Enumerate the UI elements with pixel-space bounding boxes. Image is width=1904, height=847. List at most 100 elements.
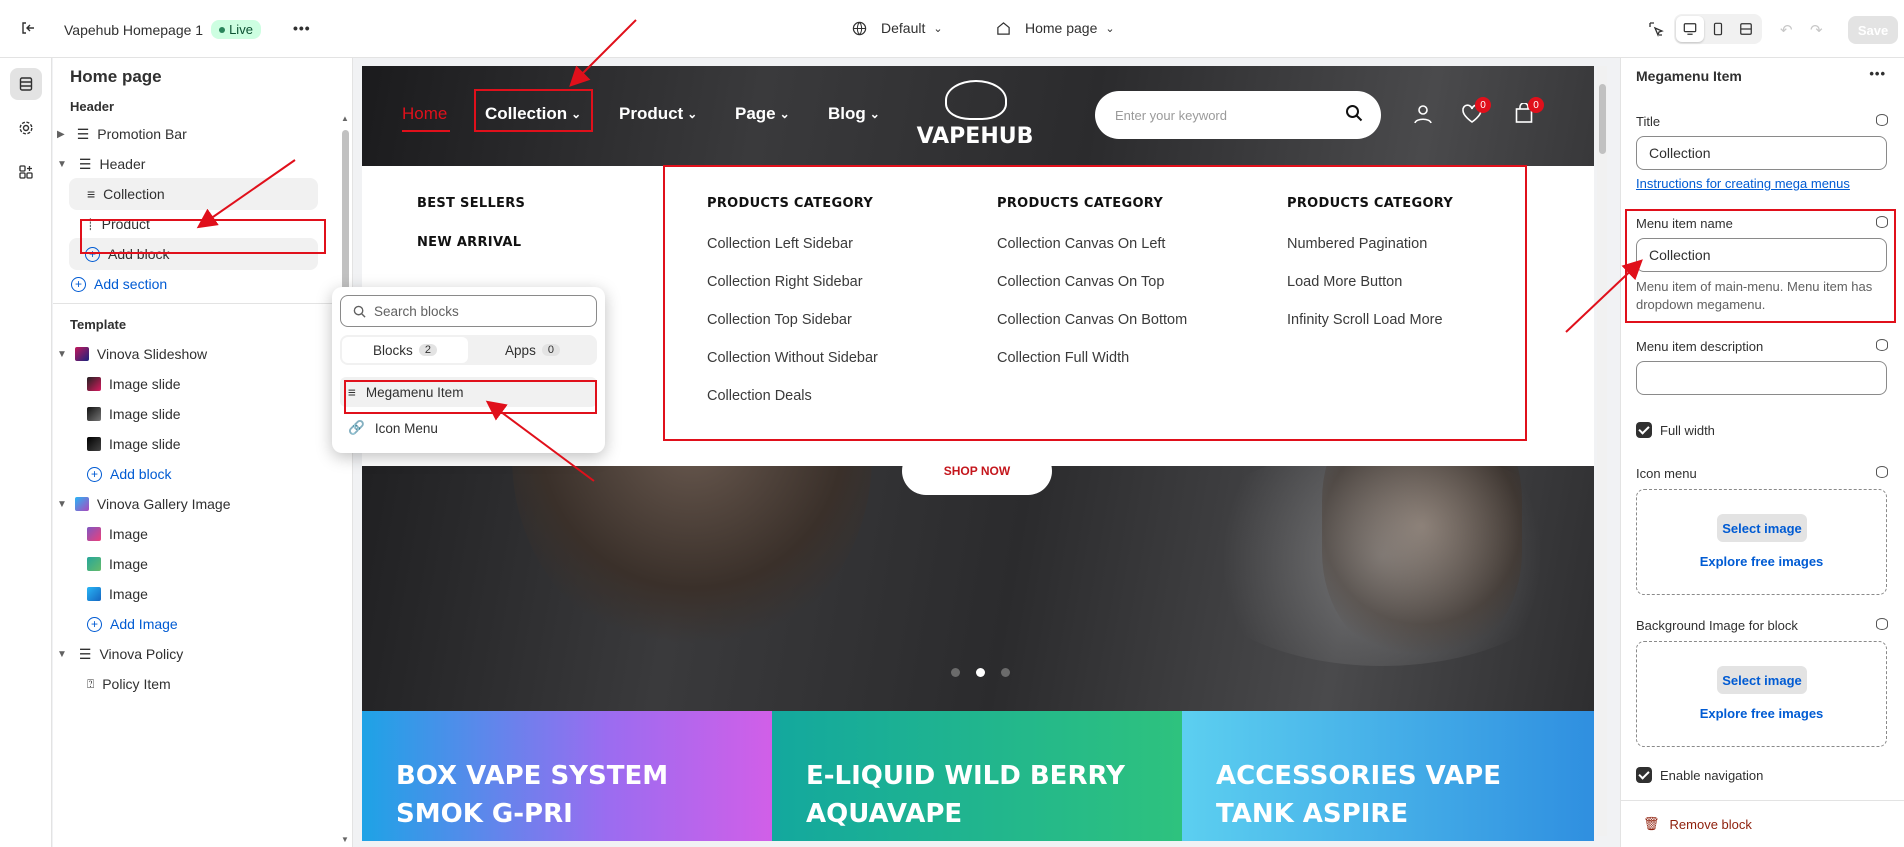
- block-image-slide[interactable]: Image slide: [87, 398, 181, 430]
- search-blocks-input[interactable]: Search blocks: [340, 295, 597, 327]
- section-label: Vinova Gallery Image: [96, 496, 231, 512]
- slide-dot[interactable]: [1001, 668, 1010, 677]
- select-image-button[interactable]: Select image: [1717, 666, 1807, 694]
- chevron-down-icon: ▼: [57, 498, 67, 510]
- dynamic-source-icon[interactable]: [1876, 339, 1888, 351]
- section-slideshow[interactable]: ▼ Vinova Slideshow: [57, 338, 207, 370]
- site-search-input[interactable]: Enter your keyword: [1095, 91, 1381, 139]
- desktop-icon[interactable]: [1676, 16, 1704, 42]
- block-option-icon-menu[interactable]: 🔗 Icon Menu: [340, 413, 597, 443]
- annotation-box: [80, 219, 326, 254]
- site-logo[interactable]: VAPEHUB: [915, 80, 1035, 156]
- block-label: Image: [109, 586, 148, 602]
- section-label: Vinova Policy: [99, 646, 184, 662]
- block-collection[interactable]: ≡ Collection: [69, 178, 318, 210]
- dynamic-source-icon[interactable]: [1876, 466, 1888, 478]
- search-icon[interactable]: [1345, 104, 1363, 125]
- section-policy[interactable]: ▼ ☰ Vinova Policy: [57, 638, 183, 670]
- scroll-down-icon[interactable]: ▼: [341, 835, 349, 844]
- settings-gear-icon[interactable]: [10, 112, 42, 144]
- section-header[interactable]: ▼ ☰ Header: [57, 148, 145, 180]
- title-input[interactable]: Collection: [1636, 136, 1887, 170]
- add-image-button[interactable]: + Add Image: [87, 608, 178, 640]
- nav-home[interactable]: Home: [402, 104, 447, 124]
- section-gallery[interactable]: ▼ Vinova Gallery Image: [57, 488, 231, 520]
- block-image-slide[interactable]: Image slide: [87, 428, 181, 460]
- enable-navigation-checkbox[interactable]: Enable navigation: [1636, 767, 1763, 783]
- block-image[interactable]: Image: [87, 548, 148, 580]
- shop-now-button[interactable]: SHOP NOW: [902, 447, 1052, 495]
- block-image[interactable]: Image: [87, 578, 148, 610]
- section-icon: ☰: [78, 645, 92, 662]
- fullscreen-icon[interactable]: [1732, 16, 1760, 42]
- mobile-icon[interactable]: [1704, 16, 1732, 42]
- nav-blog[interactable]: Blog ⌄: [828, 104, 880, 124]
- add-block-button[interactable]: + Add block: [87, 458, 171, 490]
- tab-label: Blocks: [373, 342, 413, 358]
- dynamic-source-icon[interactable]: [1876, 618, 1888, 630]
- option-label: Icon Menu: [374, 420, 438, 436]
- redo-icon[interactable]: ↷: [1810, 21, 1823, 39]
- block-label: Policy Item: [102, 676, 171, 692]
- wishlist-count-badge: 0: [1475, 97, 1491, 113]
- section-promotion-bar[interactable]: ▶ ☰ Promotion Bar: [57, 118, 187, 150]
- block-image[interactable]: Image: [87, 518, 148, 550]
- menu-item-description-input[interactable]: [1636, 361, 1887, 395]
- explore-free-images-link[interactable]: Explore free images: [1637, 554, 1886, 569]
- block-icon: ⍰: [87, 676, 95, 691]
- checkbox-checked-icon: [1636, 422, 1652, 438]
- scroll-thumb[interactable]: [342, 130, 349, 300]
- apps-icon[interactable]: [10, 156, 42, 188]
- promo-banner[interactable]: ACCESSORIES VAPE TANK ASPIRE: [1182, 711, 1594, 841]
- full-width-checkbox[interactable]: Full width: [1636, 422, 1715, 438]
- panel-scrollbar[interactable]: ▲ ▼: [339, 114, 351, 844]
- undo-icon[interactable]: ↶: [1780, 21, 1793, 39]
- annotation-box: [663, 165, 1527, 441]
- megamenu-link[interactable]: BEST SELLERS: [417, 196, 525, 211]
- slide-dot-active[interactable]: [976, 668, 985, 677]
- inspector-icon[interactable]: [1648, 21, 1664, 37]
- nav-product[interactable]: Product ⌄: [619, 104, 697, 124]
- add-block-popover: Search blocks Blocks 2 Apps 0 ≡ Megamenu…: [332, 287, 605, 453]
- section-icon: ☰: [76, 125, 90, 142]
- block-label: Collection: [103, 186, 165, 202]
- chevron-down-icon: ⌄: [869, 107, 880, 121]
- image-icon: [87, 557, 101, 571]
- preview-scrollbar[interactable]: [1597, 66, 1607, 836]
- remove-block-button[interactable]: 🗑 Remove block: [1643, 816, 1752, 832]
- explore-free-images-link[interactable]: Explore free images: [1637, 706, 1886, 721]
- banner-title: ACCESSORIES VAPE: [1216, 761, 1501, 791]
- more-options-icon[interactable]: •••: [293, 20, 311, 36]
- scroll-up-icon[interactable]: ▲: [341, 114, 349, 123]
- theme-select[interactable]: Default ⌄: [852, 20, 943, 36]
- promo-banner[interactable]: BOX VAPE SYSTEM SMOK G-PRI: [362, 711, 772, 841]
- banner-title: E-LIQUID WILD BERRY: [806, 761, 1125, 791]
- promo-banner[interactable]: E-LIQUID WILD BERRY AQUAVAPE: [772, 711, 1182, 841]
- icon-image-picker: Select image Explore free images: [1636, 489, 1887, 595]
- tab-blocks[interactable]: Blocks 2: [342, 337, 468, 363]
- exit-icon[interactable]: [20, 20, 36, 36]
- megamenu-link[interactable]: NEW ARRIVAL: [417, 235, 525, 250]
- add-block-label: Add block: [110, 466, 172, 482]
- plus-circle-icon: +: [71, 276, 86, 292]
- divider: [1621, 800, 1904, 801]
- nav-page[interactable]: Page ⌄: [735, 104, 790, 124]
- tab-apps[interactable]: Apps 0: [470, 337, 595, 363]
- account-icon[interactable]: [1413, 104, 1433, 129]
- banner-subtitle: TANK ASPIRE: [1216, 799, 1409, 829]
- cloud-fist-icon: [945, 80, 1007, 120]
- page-select[interactable]: Home page ⌄: [996, 20, 1115, 36]
- checkbox-label: Enable navigation: [1660, 767, 1764, 783]
- block-policy-item[interactable]: ⍰ Policy Item: [87, 668, 171, 700]
- more-options-icon[interactable]: •••: [1869, 66, 1886, 81]
- save-button[interactable]: Save: [1848, 16, 1898, 44]
- dynamic-source-icon[interactable]: [1876, 114, 1888, 126]
- scroll-thumb[interactable]: [1599, 84, 1606, 154]
- block-image-slide[interactable]: Image slide: [87, 368, 181, 400]
- slide-dot[interactable]: [951, 668, 960, 677]
- select-image-button[interactable]: Select image: [1717, 514, 1807, 542]
- add-section-button[interactable]: + Add section: [71, 268, 167, 300]
- sections-icon[interactable]: [10, 68, 42, 100]
- instructions-link[interactable]: Instructions for creating mega menus: [1636, 176, 1850, 191]
- image-icon: [87, 437, 101, 451]
